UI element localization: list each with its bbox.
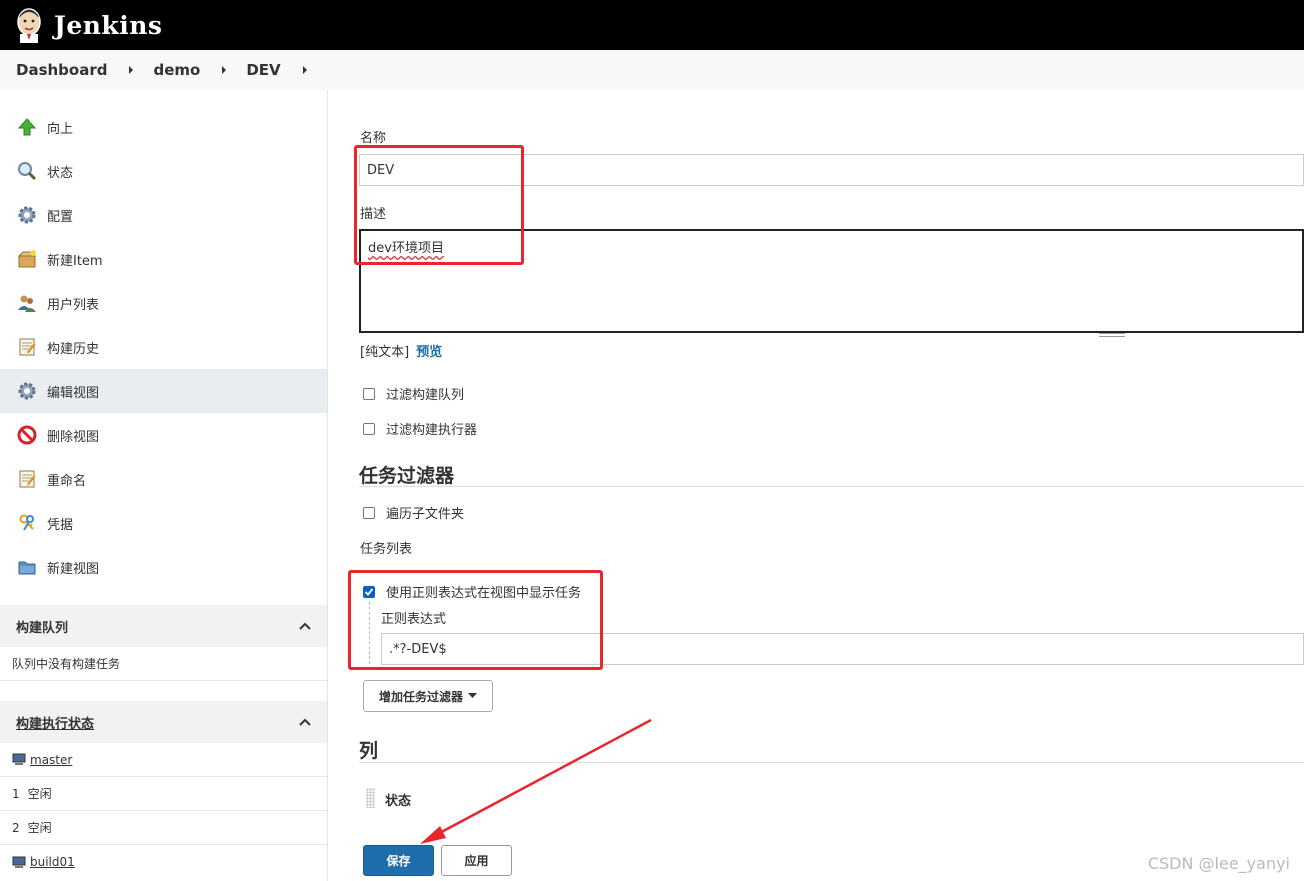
jenkins-edit-view-page: Jenkins Dashboard demo DEV 向上 状态 配置 新建It… <box>0 0 1304 881</box>
annotation-arrow-icon <box>420 718 652 844</box>
watermark: CSDN @lee_yanyi <box>1147 854 1290 873</box>
